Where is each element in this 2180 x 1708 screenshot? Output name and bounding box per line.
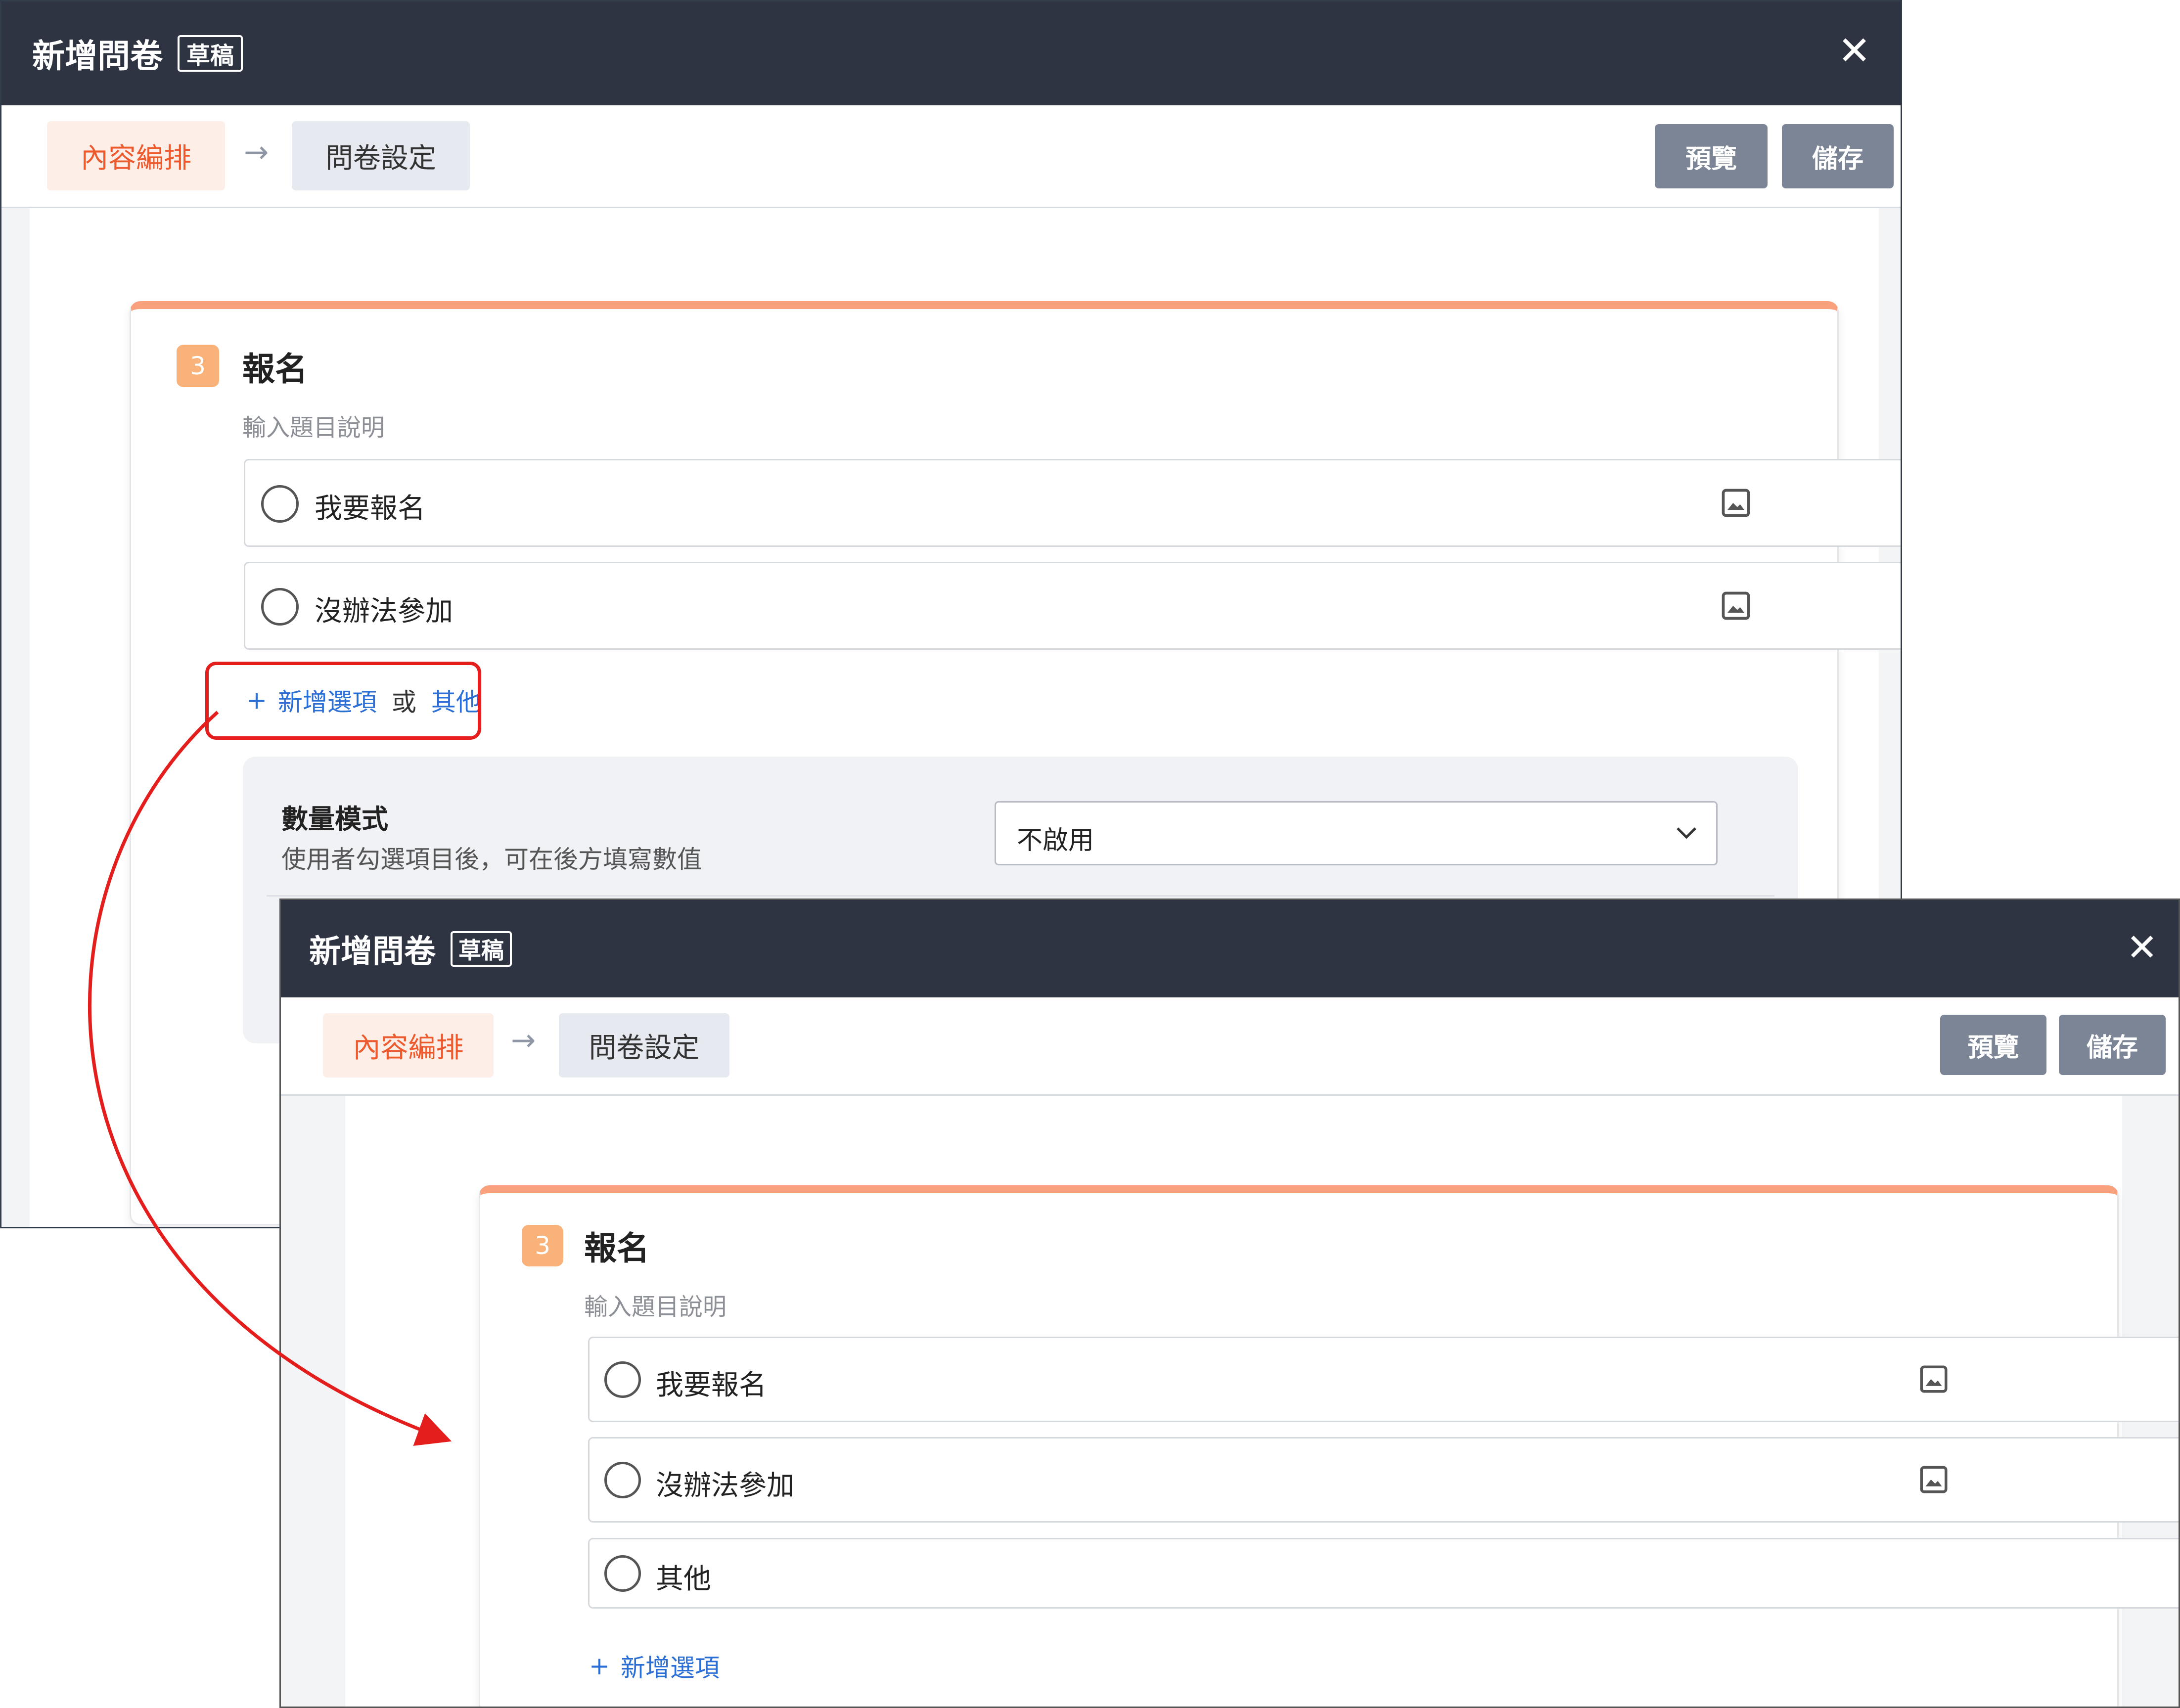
question-description-input[interactable]: 輸入題目說明 [242, 408, 385, 443]
option-label[interactable]: 其他 [656, 1557, 711, 1597]
option-label[interactable]: 沒辦法參加 [656, 1463, 794, 1503]
image-icon[interactable] [1719, 589, 1753, 623]
quantity-mode-description: 使用者勾選項目後，可在後方填寫數值 [281, 845, 702, 874]
option-item[interactable]: 沒辦法參加 [588, 1437, 2179, 1523]
question-card[interactable]: 3 報名 輸入題目說明 我要報名 沒辦法參加 [479, 1185, 2179, 1707]
option-label[interactable]: 我要報名 [656, 1363, 767, 1403]
radio-icon[interactable] [604, 1361, 641, 1398]
radio-icon[interactable] [261, 485, 299, 523]
title-bar: 新增問卷 草稿 ✕ [1, 1, 1901, 105]
arrow-right-icon: → [244, 135, 269, 170]
question-number-badge: 3 [177, 345, 219, 387]
option-item-other[interactable]: 其他 [588, 1538, 2179, 1609]
option-label[interactable]: 我要報名 [315, 486, 425, 526]
chevron-down-icon [1677, 827, 1696, 839]
question-description-input[interactable]: 輸入題目說明 [584, 1287, 727, 1322]
step-survey-settings[interactable]: 問卷設定 [559, 1013, 729, 1078]
window-title: 新增問卷 [32, 37, 163, 75]
image-icon[interactable] [1917, 1463, 1950, 1496]
preview-button[interactable]: 預覽 [1940, 1015, 2046, 1075]
step-content-layout[interactable]: 內容編排 [47, 121, 225, 190]
preview-button[interactable]: 預覽 [1655, 124, 1768, 188]
quantity-mode-select[interactable]: 不啟用 [995, 801, 1718, 865]
option-label[interactable]: 沒辦法參加 [315, 589, 453, 629]
image-icon[interactable] [1917, 1363, 1950, 1395]
add-option-link[interactable]: 新增選項 [621, 1648, 720, 1684]
arrow-right-icon: → [511, 1023, 536, 1058]
close-icon[interactable]: ✕ [1838, 31, 1871, 71]
save-button[interactable]: 儲存 [2059, 1015, 2166, 1075]
step-content-layout[interactable]: 內容編排 [323, 1013, 494, 1078]
step-survey-settings[interactable]: 問卷設定 [292, 121, 470, 190]
divider [267, 895, 1774, 897]
option-item[interactable]: 沒辦法參加 [244, 562, 1901, 650]
quantity-mode-title: 數量模式 [281, 804, 388, 835]
option-item[interactable]: 我要報名 [244, 459, 1901, 547]
plus-icon[interactable]: + [589, 1652, 610, 1680]
question-title[interactable]: 報名 [584, 1222, 649, 1269]
close-icon[interactable]: ✕ [2126, 929, 2158, 966]
radio-icon[interactable] [604, 1462, 641, 1498]
highlight-callout [205, 662, 481, 740]
option-item[interactable]: 我要報名 [588, 1337, 2179, 1422]
editor-canvas: 3 報名 輸入題目說明 我要報名 沒辦法參加 [345, 1096, 2179, 1707]
step-bar: 內容編排 → 問卷設定 預覽 儲存 [281, 997, 2179, 1096]
title-bar: 新增問卷 草稿 ✕ [281, 900, 2179, 997]
select-value: 不啟用 [1017, 826, 1094, 855]
step-bar: 內容編排 → 問卷設定 預覽 儲存 [1, 105, 1901, 208]
radio-icon[interactable] [261, 588, 299, 626]
editor-content: 3 報名 輸入題目說明 我要報名 沒辦法參加 [281, 1096, 2179, 1707]
image-icon[interactable] [1719, 486, 1753, 520]
survey-editor-window-after: 新增問卷 草稿 ✕ 內容編排 → 問卷設定 預覽 儲存 3 報名 輸入題目說明 … [279, 899, 2180, 1708]
save-button[interactable]: 儲存 [1782, 124, 1894, 188]
question-number-badge: 3 [522, 1225, 563, 1266]
question-title[interactable]: 報名 [242, 343, 308, 390]
radio-icon[interactable] [604, 1555, 641, 1592]
add-option-row: + 新增選項 [589, 1648, 720, 1684]
draft-badge: 草稿 [178, 35, 243, 72]
window-title: 新增問卷 [309, 933, 436, 970]
draft-badge: 草稿 [451, 931, 512, 967]
